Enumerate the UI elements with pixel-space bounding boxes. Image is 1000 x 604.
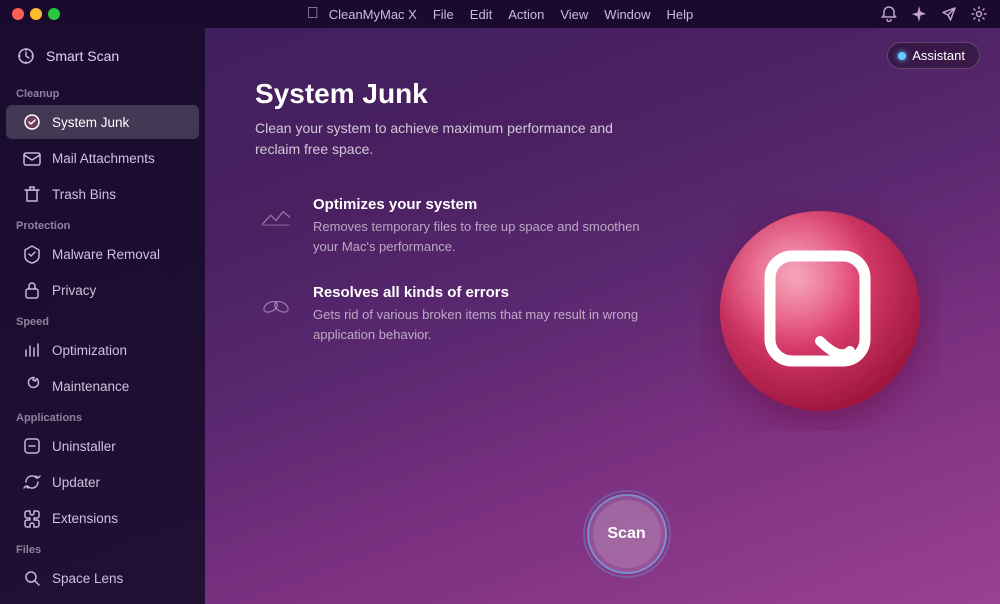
section-applications: Applications [0, 404, 205, 428]
traffic-lights [12, 8, 60, 20]
assistant-dot [898, 52, 906, 60]
sidebar-item-privacy[interactable]: Privacy [6, 273, 199, 307]
titlebar-center:  CleanMyMac X File Edit Action View Win… [307, 5, 694, 23]
page-title: System Junk [255, 78, 950, 110]
optimization-label: Optimization [52, 343, 127, 358]
sidebar-item-extensions[interactable]: Extensions [6, 501, 199, 535]
malware-icon [22, 244, 42, 264]
space-lens-icon [22, 568, 42, 588]
section-speed: Speed [0, 308, 205, 332]
sidebar-item-malware-removal[interactable]: Malware Removal [6, 237, 199, 271]
maintenance-label: Maintenance [52, 379, 129, 394]
sidebar-item-maintenance[interactable]: Maintenance [6, 369, 199, 403]
scan-button-wrap: Scan [587, 494, 667, 574]
mail-icon [22, 148, 42, 168]
send-icon[interactable] [940, 5, 958, 23]
menu-view[interactable]: View [560, 7, 588, 22]
hero-icon [700, 196, 940, 436]
errors-icon-wrap [255, 284, 297, 326]
titlebar-right [880, 5, 988, 23]
trash-bins-label: Trash Bins [52, 187, 116, 202]
notification-icon[interactable] [880, 5, 898, 23]
updater-label: Updater [52, 475, 100, 490]
mail-attachments-label: Mail Attachments [52, 151, 155, 166]
uninstaller-label: Uninstaller [52, 439, 116, 454]
feature-optimize-text: Optimizes your system Removes temporary … [313, 196, 653, 256]
space-lens-label: Space Lens [52, 571, 123, 586]
assistant-button[interactable]: Assistant [887, 42, 980, 69]
section-files: Files [0, 536, 205, 560]
minimize-button[interactable] [30, 8, 42, 20]
privacy-label: Privacy [52, 283, 96, 298]
feature-errors-text: Resolves all kinds of errors Gets rid of… [313, 284, 653, 344]
sidebar-item-space-lens[interactable]: Space Lens [6, 561, 199, 595]
optimization-icon [22, 340, 42, 360]
section-cleanup: Cleanup [0, 80, 205, 104]
feature-errors-title: Resolves all kinds of errors [313, 284, 653, 301]
scan-button[interactable]: Scan [587, 494, 667, 574]
system-junk-icon [22, 112, 42, 132]
apple-icon:  [307, 5, 319, 23]
section-protection: Protection [0, 212, 205, 236]
updater-icon [22, 472, 42, 492]
scan-label: Scan [607, 525, 645, 543]
assistant-label: Assistant [912, 48, 965, 63]
feature-optimize-title: Optimizes your system [313, 196, 653, 213]
sidebar-item-smart-scan[interactable]: Smart Scan [0, 36, 205, 76]
feature-optimize-desc: Removes temporary files to free up space… [313, 217, 653, 256]
privacy-icon [22, 280, 42, 300]
menu-item-appname[interactable]: CleanMyMac X [329, 7, 417, 22]
maximize-button[interactable] [48, 8, 60, 20]
optimize-icon-wrap [255, 196, 297, 238]
feature-errors-desc: Gets rid of various broken items that ma… [313, 305, 653, 344]
extensions-label: Extensions [52, 511, 118, 526]
sidebar-item-large-old-files[interactable]: Large & Old Files [6, 597, 199, 604]
sidebar-item-updater[interactable]: Updater [6, 465, 199, 499]
malware-removal-label: Malware Removal [52, 247, 160, 262]
menu-help[interactable]: Help [667, 7, 694, 22]
sidebar-item-uninstaller[interactable]: Uninstaller [6, 429, 199, 463]
sidebar-item-optimization[interactable]: Optimization [6, 333, 199, 367]
system-junk-label: System Junk [52, 115, 129, 130]
trash-icon [22, 184, 42, 204]
maintenance-icon [22, 376, 42, 396]
sidebar-item-system-junk[interactable]: System Junk [6, 105, 199, 139]
menu-window[interactable]: Window [604, 7, 650, 22]
sidebar: Smart Scan Cleanup System Junk Mail Atta… [0, 28, 205, 604]
sidebar-item-trash-bins[interactable]: Trash Bins [6, 177, 199, 211]
titlebar-left [12, 8, 60, 20]
close-button[interactable] [12, 8, 24, 20]
uninstaller-icon [22, 436, 42, 456]
menu-edit[interactable]: Edit [470, 7, 492, 22]
menu-action[interactable]: Action [508, 7, 544, 22]
app-body: Smart Scan Cleanup System Junk Mail Atta… [0, 28, 1000, 604]
menu-file[interactable]: File [433, 7, 454, 22]
sparkle-icon[interactable] [910, 5, 928, 23]
smart-scan-label: Smart Scan [46, 48, 119, 64]
page-subtitle: Clean your system to achieve maximum per… [255, 118, 635, 160]
sidebar-item-mail-attachments[interactable]: Mail Attachments [6, 141, 199, 175]
extensions-icon [22, 508, 42, 528]
smart-scan-icon [16, 46, 36, 66]
settings-icon[interactable] [970, 5, 988, 23]
main-content: Assistant System Junk Clean your system … [205, 28, 1000, 604]
titlebar:  CleanMyMac X File Edit Action View Win… [0, 0, 1000, 28]
scan-button-inner: Scan [593, 500, 661, 568]
